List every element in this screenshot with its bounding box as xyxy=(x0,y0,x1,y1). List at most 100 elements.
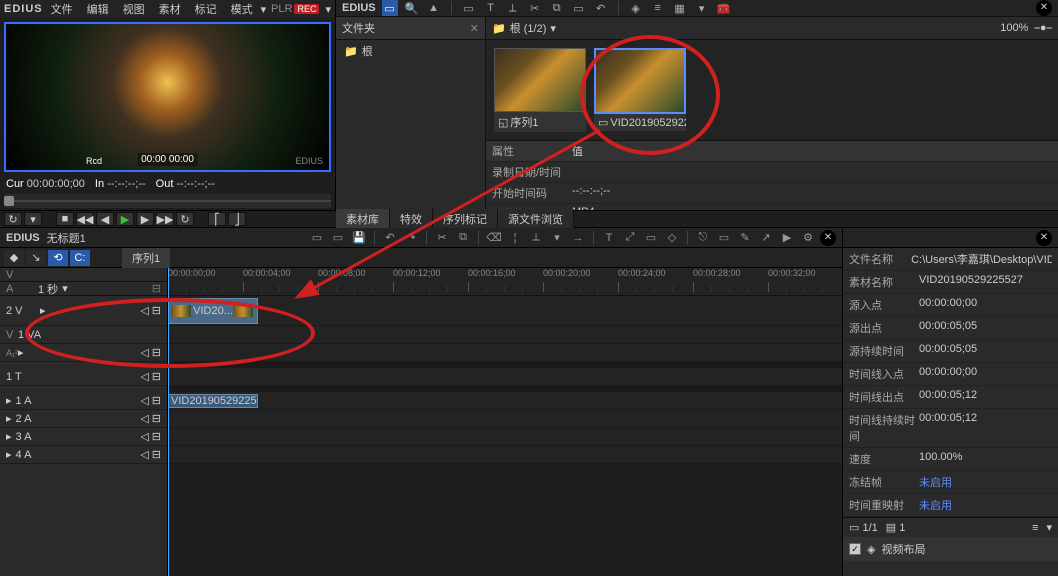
save-icon[interactable]: 💾 xyxy=(350,229,368,247)
playhead[interactable] xyxy=(168,268,169,576)
lock-icon[interactable]: ⊟ xyxy=(152,430,161,443)
loop-button[interactable]: ↻ xyxy=(176,212,194,226)
scrub-knob[interactable] xyxy=(4,196,14,206)
zoom-slider-icon[interactable]: ⎯●⎯ xyxy=(1034,22,1052,35)
mute-icon[interactable]: ◁ xyxy=(140,394,148,407)
lock-icon[interactable]: ⊟ xyxy=(152,282,161,295)
close-icon[interactable]: ✕ xyxy=(820,230,836,246)
tab-effects[interactable]: 特效 xyxy=(390,209,433,229)
track-2a[interactable] xyxy=(168,410,842,428)
paste-icon[interactable]: ▭ xyxy=(571,0,587,16)
track-head-2v[interactable]: 2 V▸◁⊟ xyxy=(0,296,167,326)
chevron-down-icon[interactable]: ▾ xyxy=(550,22,556,35)
scale-label[interactable]: 1 秒 xyxy=(38,281,58,297)
mode-btn-1[interactable]: ◆ xyxy=(4,250,24,266)
menu-edit[interactable]: 编辑 xyxy=(81,1,115,17)
track-3a[interactable] xyxy=(168,428,842,446)
chevron-down-icon[interactable]: ▾ xyxy=(548,229,566,247)
track-head-2a[interactable]: ▸2 A◁⊟ xyxy=(0,410,167,428)
track-head-1t[interactable]: 1 T◁⊟ xyxy=(0,368,167,386)
close-icon[interactable]: ✕ xyxy=(1036,0,1052,16)
open-icon[interactable]: ▭ xyxy=(461,0,477,16)
crop-icon[interactable]: ▭ xyxy=(715,229,733,247)
preview-scrubber[interactable] xyxy=(4,194,331,208)
props-icon[interactable]: ◈ xyxy=(628,0,644,16)
track-head-1a[interactable]: ▸1 A◁⊟ xyxy=(0,392,167,410)
chevron-right-icon[interactable]: ▸ xyxy=(6,430,12,443)
brush-icon[interactable]: ✎ xyxy=(736,229,754,247)
menu-file[interactable]: 文件 xyxy=(45,1,79,17)
menu-mode[interactable]: 模式 xyxy=(225,1,259,17)
track-head-4a[interactable]: ▸4 A◁⊟ xyxy=(0,446,167,464)
list-icon[interactable]: ≡ xyxy=(1032,522,1038,534)
trim-icon[interactable]: ⟂ xyxy=(527,229,545,247)
text-icon[interactable]: T xyxy=(483,0,499,16)
rewind-button[interactable]: ◀◀ xyxy=(76,212,94,226)
close-icon[interactable]: ✕ xyxy=(1036,230,1052,246)
chevron-down-icon[interactable]: ▾ xyxy=(325,3,331,16)
preview-monitor[interactable]: Rcd 00:00 00:00 EDIUS xyxy=(4,22,331,172)
audio-clip[interactable]: VID20190529225... xyxy=(168,394,258,408)
track-4a[interactable] xyxy=(168,446,842,464)
text-tool-icon[interactable]: T xyxy=(600,229,618,247)
copy-icon[interactable]: ⧉ xyxy=(549,0,565,16)
track-2v[interactable]: VID20... xyxy=(168,296,842,326)
mode-btn-4[interactable]: C: xyxy=(70,250,90,266)
chevron-right-icon[interactable]: ▸ xyxy=(6,394,12,407)
track-1t[interactable] xyxy=(168,368,842,386)
tools-icon[interactable]: 🧰 xyxy=(716,0,732,16)
video-layout-row[interactable]: ✓ ◈ 视频布局 xyxy=(843,537,1058,561)
step-fwd-button[interactable]: ▶ xyxy=(136,212,154,226)
timeline-tracks[interactable]: 00:00:00;0000:00:04;0000:00:08;0000:00:1… xyxy=(168,268,842,576)
track-head-a12[interactable]: A₁²▸◁⊟ xyxy=(0,344,167,362)
mute-icon[interactable]: ◁ xyxy=(140,304,148,317)
loop-button[interactable]: ↻ xyxy=(4,212,22,226)
sequence-tab[interactable]: 序列1 xyxy=(122,248,170,268)
bin-item-clip[interactable]: ▭VID2019052922...• xyxy=(594,48,686,132)
chevron-down-icon[interactable]: ▾ xyxy=(62,282,68,295)
chevron-down-icon[interactable]: ▾ xyxy=(261,3,267,16)
step-back-button[interactable]: ◀ xyxy=(96,212,114,226)
new-icon[interactable]: ▭ xyxy=(308,229,326,247)
rec-button[interactable]: REC xyxy=(294,4,319,14)
chevron-right-icon[interactable]: ▸ xyxy=(6,412,12,425)
marker-icon[interactable]: ◇ xyxy=(663,229,681,247)
mute-icon[interactable]: ◁ xyxy=(140,448,148,461)
ffwd-button[interactable]: ▶▶ xyxy=(156,212,174,226)
folder-root[interactable]: 📁 根 xyxy=(336,40,485,62)
mode-btn-2[interactable]: ↘ xyxy=(26,250,46,266)
chevron-down-icon[interactable]: ▾ xyxy=(694,0,710,16)
mute-icon[interactable]: ◁ xyxy=(140,346,148,359)
open-icon[interactable]: ▭ xyxy=(329,229,347,247)
delete-icon[interactable]: ⌫ xyxy=(485,229,503,247)
layout-icon[interactable]: ▭ xyxy=(642,229,660,247)
render-icon[interactable]: ▶ xyxy=(778,229,796,247)
mute-icon[interactable]: ◁ xyxy=(140,412,148,425)
crop-icon[interactable]: ⟂ xyxy=(505,0,521,16)
lock-icon[interactable]: ⊟ xyxy=(152,394,161,407)
mute-icon[interactable]: ◁ xyxy=(140,430,148,443)
chevron-down-icon[interactable]: ▾ xyxy=(1046,521,1052,534)
folder-view-icon[interactable]: ▭ xyxy=(382,0,398,16)
lock-icon[interactable]: ⊟ xyxy=(152,370,161,383)
grid-icon[interactable]: ▦ xyxy=(672,0,688,16)
track-head-3a[interactable]: ▸3 A◁⊟ xyxy=(0,428,167,446)
tab-source[interactable]: 源文件浏览 xyxy=(498,209,574,229)
chevron-right-icon[interactable]: ▸ xyxy=(40,304,46,317)
cut-icon[interactable]: ✂ xyxy=(527,0,543,16)
resize-icon[interactable]: ⤢ xyxy=(621,229,639,247)
mark-in-button[interactable]: ⎡ xyxy=(208,212,226,226)
up-icon[interactable]: ▲ xyxy=(426,0,442,16)
track-1va[interactable] xyxy=(168,326,842,344)
undo-icon[interactable]: ↶ xyxy=(381,229,399,247)
settings-icon[interactable]: ⚙ xyxy=(799,229,817,247)
mode-btn-3[interactable]: ⟲ xyxy=(48,250,68,266)
bin-item-sequence[interactable]: ◱序列1 xyxy=(494,48,586,132)
cut-icon[interactable]: ✂ xyxy=(433,229,451,247)
timeline-ruler[interactable]: 00:00:00;0000:00:04;0000:00:08;0000:00:1… xyxy=(168,268,842,296)
menu-view[interactable]: 视图 xyxy=(117,1,151,17)
search-icon[interactable]: 🔍 xyxy=(404,0,420,16)
lock-icon[interactable]: ⊟ xyxy=(152,304,161,317)
chevron-down-icon[interactable]: ▾ xyxy=(24,212,42,226)
mute-icon[interactable]: ◁ xyxy=(140,370,148,383)
